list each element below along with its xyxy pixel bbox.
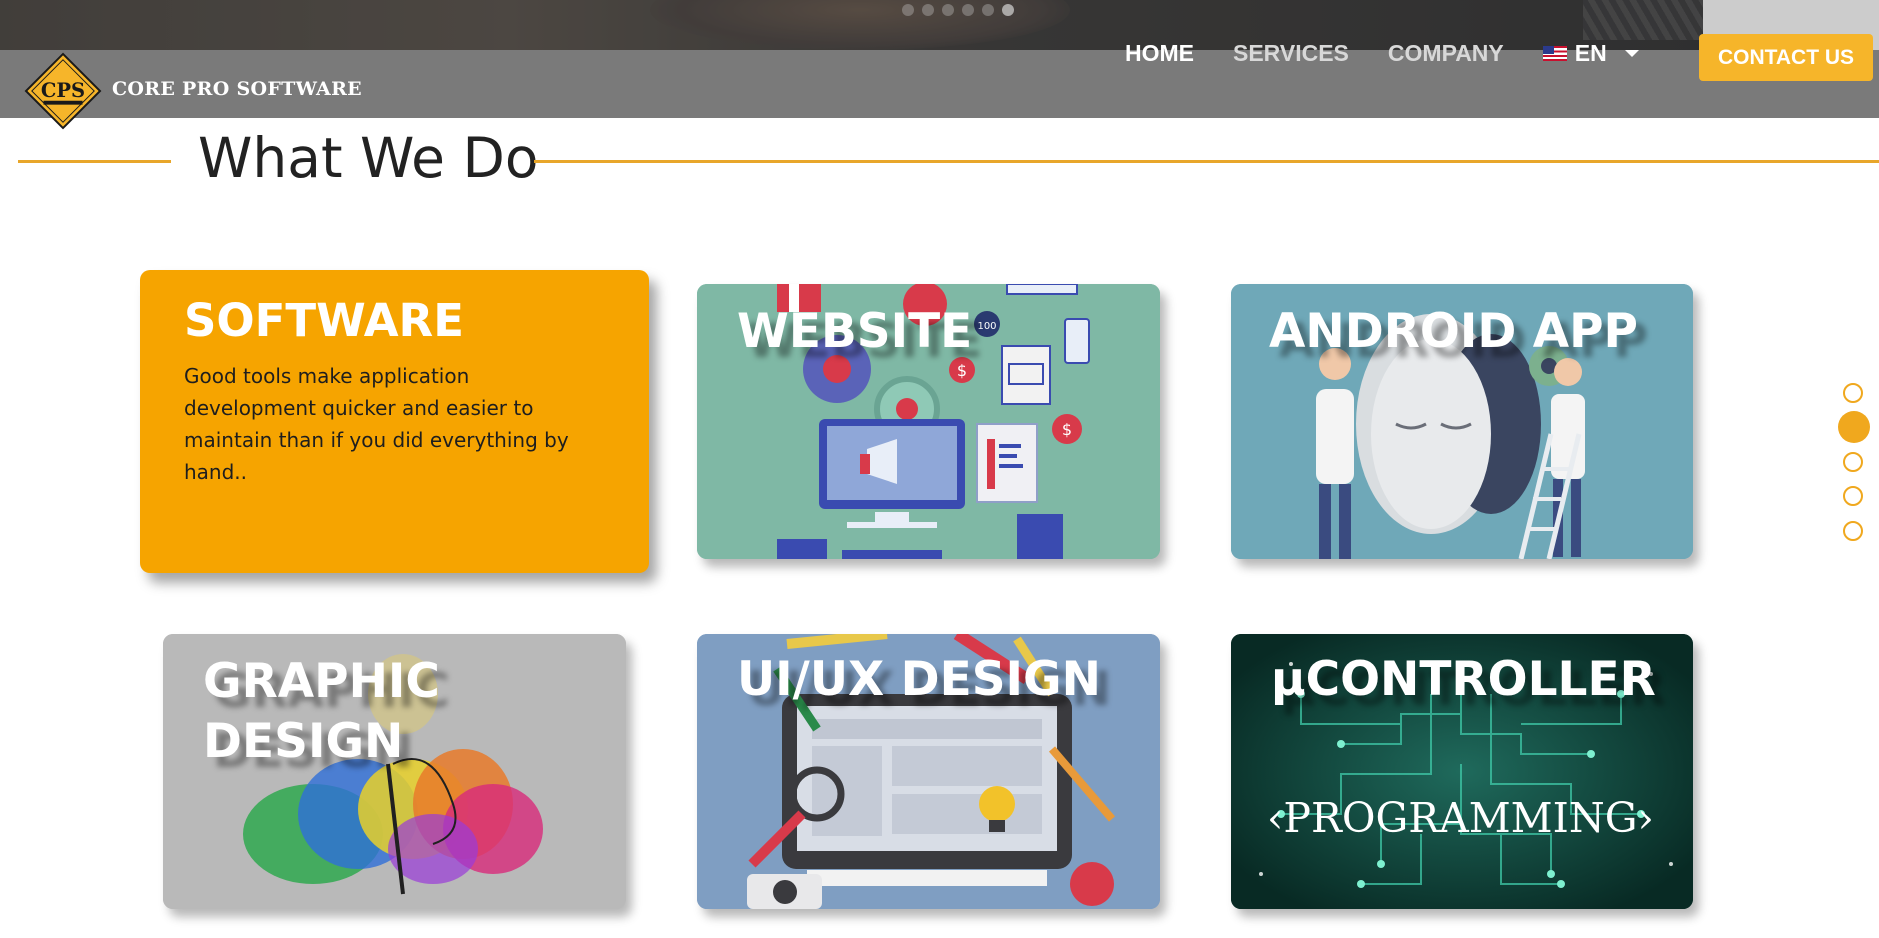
card-title: WEBSITE [737, 304, 973, 359]
section-nav-dot[interactable] [1843, 452, 1863, 472]
carousel-dot[interactable] [902, 4, 914, 16]
service-card-android-app[interactable]: ANDROID APP [1231, 284, 1693, 559]
card-title: ANDROID APP [1269, 304, 1639, 359]
main-nav: HOME SERVICES COMPANY EN [1125, 40, 1639, 67]
section-nav-dot[interactable] [1843, 383, 1863, 403]
language-selector[interactable]: EN [1542, 40, 1639, 67]
card-title: GRAPHIC DESIGN [203, 654, 440, 769]
card-subtitle: ‹PROGRAMMING› [1267, 794, 1654, 842]
carousel-dot[interactable] [982, 4, 994, 16]
contact-us-button[interactable]: CONTACT US [1699, 34, 1873, 81]
service-card-website[interactable]: $ $ 100 WEBSITE [697, 284, 1160, 559]
svg-text:$: $ [1062, 420, 1072, 439]
card-title: μCONTROLLER [1271, 652, 1656, 707]
chevron-down-icon [1624, 50, 1639, 57]
service-card-graphic-design[interactable]: GRAPHIC DESIGN [163, 634, 626, 909]
language-label: EN [1574, 40, 1607, 66]
us-flag-icon [1542, 46, 1567, 61]
section-nav-dot-active[interactable] [1838, 411, 1870, 443]
svg-text:100: 100 [977, 321, 996, 332]
hero-keyboard-image [1583, 0, 1703, 40]
svg-text:CPS: CPS [41, 79, 85, 102]
card-title: SOFTWARE [184, 294, 464, 347]
site-header: CPS CORE PRO SOFTWARE HOME SERVICES COMP… [0, 0, 1879, 130]
carousel-dot[interactable] [942, 4, 954, 16]
service-card-microcontroller-programming[interactable]: μCONTROLLER ‹PROGRAMMING› [1231, 634, 1693, 909]
section-header: What We Do [18, 120, 1879, 200]
title-divider-left [18, 160, 171, 163]
nav-home[interactable]: HOME [1125, 40, 1194, 67]
brand-name: CORE PRO SOFTWARE [112, 78, 362, 100]
card-title: UI/UX DESIGN [737, 652, 1101, 707]
nav-company[interactable]: COMPANY [1388, 40, 1504, 67]
nav-services[interactable]: SERVICES [1233, 40, 1349, 67]
carousel-dot-active[interactable] [1002, 4, 1014, 16]
carousel-dot[interactable] [922, 4, 934, 16]
svg-text:$: $ [957, 361, 967, 380]
carousel-indicators [902, 4, 1014, 16]
service-card-ui-ux-design[interactable]: UI/UX DESIGN [697, 634, 1160, 909]
section-title: What We Do [198, 126, 539, 190]
section-nav-dot[interactable] [1843, 486, 1863, 506]
card-description: Good tools make application development … [184, 364, 569, 484]
section-nav-dot[interactable] [1843, 521, 1863, 541]
carousel-dot[interactable] [962, 4, 974, 16]
cps-logo-icon: CPS [24, 52, 102, 130]
service-card-software[interactable]: SOFTWARE Good tools make application dev… [140, 270, 649, 573]
title-divider-right [534, 160, 1879, 163]
